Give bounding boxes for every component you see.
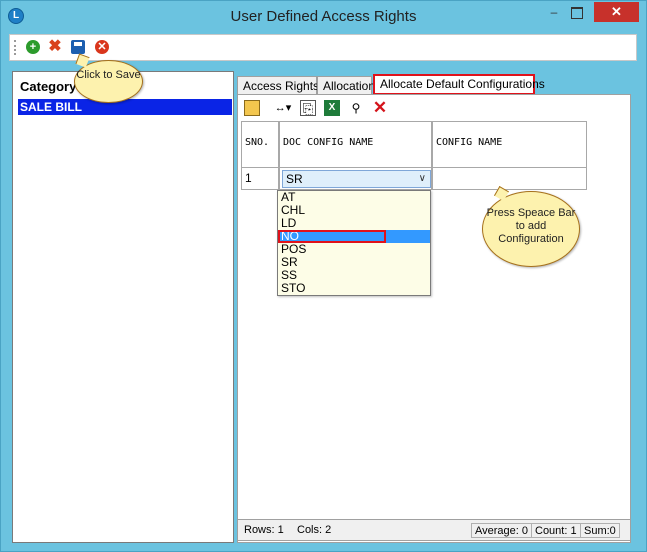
dropdown-option-highlighted[interactable]: NO [278,230,430,243]
cell-sno[interactable]: 1 [241,168,279,190]
doc-config-dropdown: AT CHL LD NO POS SR SS STO [277,190,431,296]
status-bar: Rows: 1 Cols: 2 Average: 0 Count: 1 Sum:… [237,519,631,541]
tab-content: ↔▾ ⎘ X ⚲ ✕ SNO. DOC CONFIG NAME CONFIG N… [237,94,631,543]
tab-access-rights[interactable]: Access Rights [237,76,319,95]
column-header-config-name[interactable]: CONFIG NAME [432,121,587,168]
tab-allocate-default-configurations[interactable]: Allocate Default Configurations [373,74,545,95]
cell-config-name[interactable] [432,168,587,190]
combo-value: SR [286,172,303,186]
delete-icon[interactable]: ✖ [48,39,62,55]
column-header-sno[interactable]: SNO. [241,121,279,168]
title-bar: L User Defined Access Rights – ✕ [1,1,646,33]
add-icon[interactable]: + [26,40,40,54]
dropdown-option[interactable]: STO [278,282,430,295]
dropdown-option[interactable]: POS [278,243,430,256]
close-window-button[interactable]: ✕ [594,2,639,22]
binoculars-icon[interactable]: ⚲ [348,100,364,116]
dropdown-option[interactable]: SR [278,256,430,269]
category-header: Category [20,79,77,94]
save-grid-icon[interactable] [244,100,260,116]
status-average: Average: 0 [471,523,533,538]
maximize-button[interactable] [571,7,583,19]
callout-click-to-save: Click to Save [74,60,143,103]
doc-config-combo[interactable]: SR ∨ [282,170,431,188]
save-icon[interactable] [71,40,85,54]
config-grid: SNO. DOC CONFIG NAME CONFIG NAME 1 SR ∨ [241,121,587,191]
column-header-doc-config-name[interactable]: DOC CONFIG NAME [279,121,432,168]
dropdown-option[interactable]: CHL [278,204,430,217]
excel-icon[interactable]: X [324,100,340,116]
chevron-down-icon[interactable]: ∨ [419,171,426,187]
dropdown-option[interactable]: LD [278,217,430,230]
status-sum: Sum:0 [580,523,620,538]
status-cols: Cols: 2 [297,524,332,536]
category-panel: Category SALE BILL [12,71,234,543]
cell-doc-config-name[interactable]: SR ∨ [279,168,432,190]
close-icon[interactable]: ✕ [95,40,109,54]
main-toolbar: + ✖ ✕ [9,34,637,61]
tab-allocation[interactable]: Allocation [317,76,375,95]
app-window: L User Defined Access Rights – ✕ + ✖ ✕ C… [0,0,647,552]
category-item-sale-bill[interactable]: SALE BILL [18,99,232,115]
minimize-button[interactable]: – [549,6,559,19]
remove-icon[interactable]: ✕ [372,99,388,116]
grid-toolbar: ↔▾ ⎘ X ⚲ ✕ [242,98,626,118]
toolbar-grip[interactable] [14,40,16,55]
copy-icon[interactable]: ⎘ [300,100,316,116]
callout-press-space-bar: Press Speace Bar to add Configuration [482,191,580,267]
column-width-icon[interactable]: ↔▾ [270,100,296,116]
status-rows: Rows: 1 [244,524,284,536]
status-count: Count: 1 [531,523,581,538]
